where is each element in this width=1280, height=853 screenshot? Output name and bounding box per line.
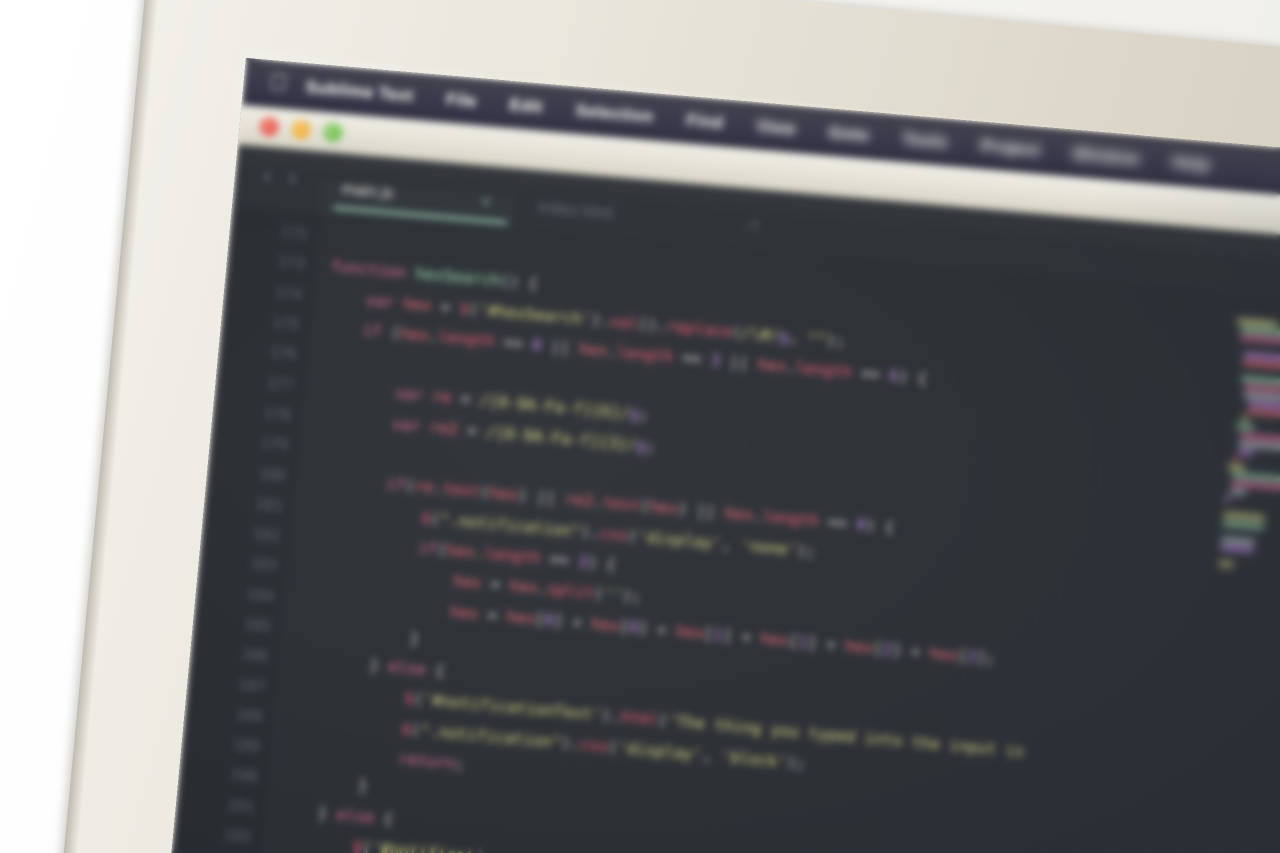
laptop-display:  Sublime Text File Edit Selection Find …	[162, 58, 1280, 853]
code-area[interactable]: function hexSearch() { var hex = $('#hex…	[253, 214, 1280, 853]
menu-item-project[interactable]: Project	[980, 135, 1041, 160]
minimap-line	[1220, 544, 1254, 553]
menu-item-view[interactable]: View	[755, 116, 796, 139]
minimap-line	[1230, 488, 1247, 496]
minimap-line	[1219, 560, 1234, 568]
minimap-line	[1241, 416, 1248, 423]
minimap-line	[1246, 408, 1280, 423]
minimap-line	[1243, 351, 1280, 361]
minimap-line	[1237, 318, 1278, 328]
tab-label: main.js	[340, 180, 395, 203]
photo-of-laptop-screen:  Sublime Text File Edit Selection Find …	[0, 0, 1280, 853]
chevron-left-icon[interactable]: ‹	[262, 162, 272, 190]
minimap-line	[1225, 496, 1232, 502]
menu-item-selection[interactable]: Selection	[575, 100, 655, 127]
minimap-line	[1223, 512, 1265, 522]
zoom-window-button[interactable]	[322, 121, 344, 143]
minimap-line	[1233, 456, 1240, 462]
minimap-line	[1240, 335, 1280, 349]
minimap-line	[1243, 392, 1280, 401]
tab-label: index.html	[537, 198, 615, 223]
chevron-right-icon[interactable]: ›	[287, 164, 298, 192]
menu-item-file[interactable]: File	[445, 89, 477, 112]
menu-item-window[interactable]: Window	[1072, 143, 1140, 169]
code-editor[interactable]: 172 173 174 175 176 177 178 179 180 181 182 183 184 1…	[162, 206, 1280, 853]
minimap-line	[1223, 520, 1265, 530]
minimap-line	[1247, 400, 1280, 409]
close-icon[interactable]: ×	[748, 215, 760, 236]
minimap-line	[1228, 464, 1246, 471]
minimap-line	[1242, 359, 1280, 369]
minimap-line	[1236, 424, 1254, 431]
menu-item-goto[interactable]: Goto	[828, 122, 870, 145]
menu-item-sublime-text[interactable]: Sublime Text	[305, 77, 415, 106]
menu-item-find[interactable]: Find	[685, 110, 725, 133]
apple-logo-icon[interactable]: 	[269, 68, 291, 96]
menu-item-edit[interactable]: Edit	[509, 94, 544, 117]
close-icon[interactable]: ×	[480, 192, 492, 213]
minimize-window-button[interactable]	[290, 119, 312, 140]
close-window-button[interactable]	[258, 116, 280, 138]
tab-navigation: ‹ ›	[232, 160, 321, 214]
menu-item-help[interactable]: Help	[1171, 152, 1211, 175]
minimap-line	[1238, 448, 1255, 456]
menu-item-tools[interactable]: Tools	[901, 128, 948, 152]
minimap-line	[1221, 536, 1255, 545]
